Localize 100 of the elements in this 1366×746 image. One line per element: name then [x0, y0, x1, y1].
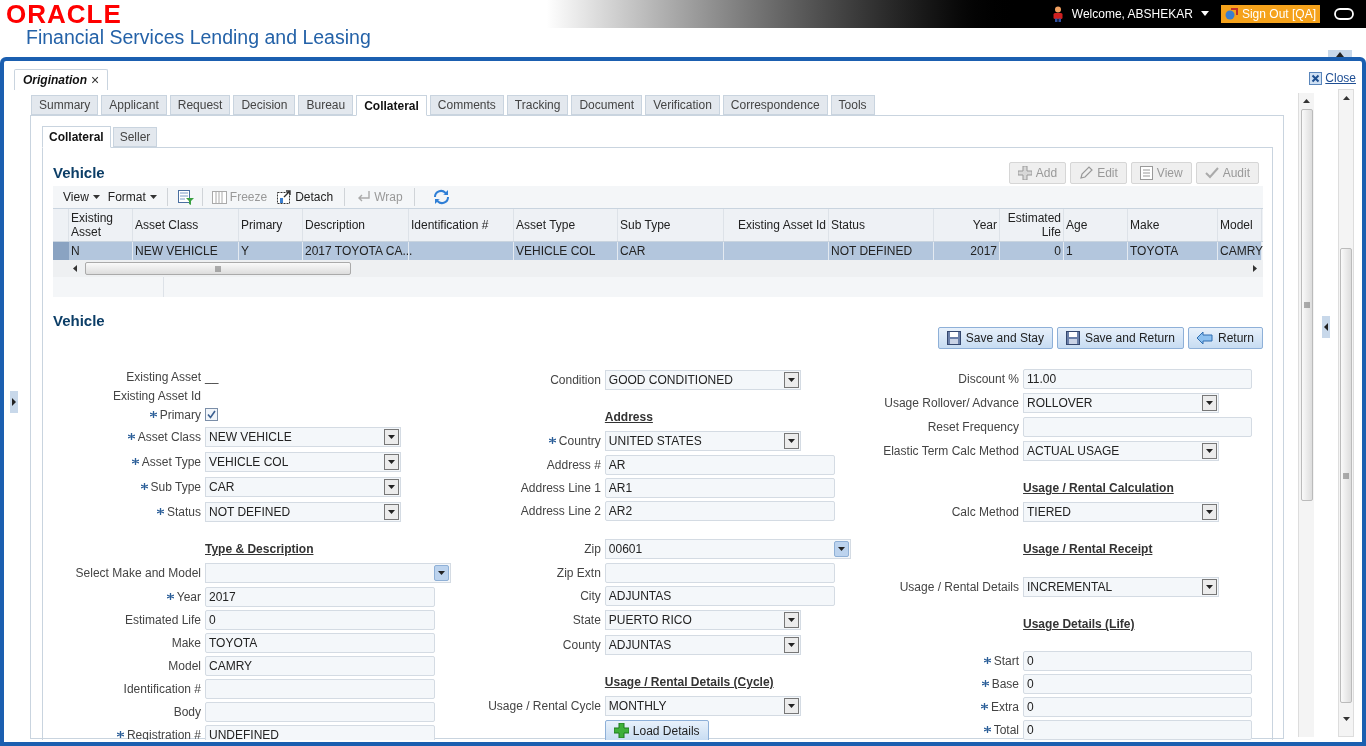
- save-button[interactable]: Save and Stay: [937, 327, 1053, 349]
- up-arrow-icon[interactable]: [1342, 96, 1350, 100]
- input-field[interactable]: [604, 562, 835, 583]
- dropdown[interactable]: ADJUNTAS: [604, 634, 801, 655]
- input-field[interactable]: AR2: [604, 500, 835, 521]
- down-arrow-icon[interactable]: [1342, 717, 1350, 721]
- tab[interactable]: Bureau: [298, 95, 354, 115]
- column-header[interactable]: Primary: [239, 209, 303, 241]
- menu-button[interactable]: View: [59, 187, 104, 207]
- column-header[interactable]: Asset Class: [133, 209, 239, 241]
- tab[interactable]: Collateral: [356, 95, 427, 116]
- checkbox[interactable]: [205, 408, 218, 421]
- window-tab[interactable]: Origination ×: [14, 69, 109, 90]
- input-field[interactable]: AR: [604, 454, 835, 475]
- field-label: Model: [168, 657, 201, 675]
- dropdown[interactable]: TIERED: [1023, 501, 1220, 522]
- tab[interactable]: Decision: [233, 95, 296, 115]
- table-row[interactable]: N NEW VEHICLE Y 2017 TOYOTA CA... VEHICLE COL CAR NOT DEFINED 2017 0 1 TOYOTA CAMRY: [53, 242, 1262, 260]
- field-label: Address Line 2: [520, 502, 601, 520]
- detach-button[interactable]: Detach: [272, 187, 339, 207]
- tab-close-button[interactable]: ×: [91, 69, 100, 91]
- close-icon[interactable]: [1309, 71, 1323, 85]
- column-header[interactable]: Existing Asset: [69, 209, 133, 241]
- dropdown[interactable]: GOOD CONDITIONED: [604, 369, 801, 390]
- input-field[interactable]: TOYOTA: [205, 632, 435, 653]
- outer-scrollbar[interactable]: [1338, 89, 1354, 737]
- right-arrow-icon: [12, 398, 16, 406]
- dropdown[interactable]: CAR: [205, 476, 401, 497]
- field-label: Elastic Term Calc Method: [883, 442, 1020, 460]
- tab[interactable]: Applicant: [101, 95, 167, 115]
- tab[interactable]: Tools: [830, 95, 875, 115]
- load-details-button[interactable]: Load Details: [604, 719, 709, 740]
- column-header[interactable]: Age: [1064, 209, 1128, 241]
- dropdown[interactable]: NEW VEHICLE: [205, 426, 401, 447]
- input-field[interactable]: 0: [205, 609, 435, 630]
- pencil-icon: [1079, 166, 1094, 180]
- columns-icon: [211, 190, 227, 204]
- input-field[interactable]: 0: [1023, 696, 1253, 717]
- scroll-thumb[interactable]: [1340, 248, 1352, 703]
- scroll-thumb[interactable]: [1300, 109, 1313, 501]
- subtab[interactable]: Collateral: [42, 126, 111, 148]
- collapse-right-button[interactable]: [1322, 316, 1330, 338]
- column-header[interactable]: Estimated Life: [1000, 209, 1064, 241]
- grip-icon: [215, 265, 221, 272]
- column-header[interactable]: Year: [934, 209, 1000, 241]
- tab[interactable]: Request: [169, 95, 231, 115]
- grip-icon: [1303, 302, 1310, 308]
- column-header[interactable]: Sub Type: [618, 209, 724, 241]
- menu-button[interactable]: Format: [103, 187, 161, 207]
- input-field[interactable]: CAMRY: [205, 655, 435, 676]
- tab[interactable]: Summary: [31, 95, 99, 115]
- input-field[interactable]: 11.00: [1023, 368, 1253, 389]
- return-button[interactable]: Return: [1187, 327, 1263, 349]
- logo-text: ORACLE: [6, 1, 123, 27]
- column-header[interactable]: Make: [1128, 209, 1218, 241]
- close-link[interactable]: Close: [1325, 69, 1356, 87]
- input-field[interactable]: [205, 678, 435, 699]
- field-label: Identification #: [123, 680, 201, 698]
- input-field[interactable]: [1023, 416, 1253, 437]
- column-header[interactable]: Description: [303, 209, 409, 241]
- subtab[interactable]: Seller: [112, 127, 158, 147]
- input-field[interactable]: 0: [1023, 719, 1253, 740]
- input-field[interactable]: 2017: [205, 586, 435, 607]
- scroll-thumb[interactable]: [85, 262, 351, 275]
- left-arrow-icon[interactable]: [73, 265, 77, 272]
- dropdown[interactable]: VEHICLE COL: [205, 451, 401, 472]
- input-field[interactable]: ADJUNTAS: [604, 585, 835, 606]
- dropdown[interactable]: UNITED STATES: [604, 430, 801, 451]
- dropdown[interactable]: PUERTO RICO: [604, 609, 801, 630]
- dropdown[interactable]: INCREMENTAL: [1023, 576, 1220, 597]
- right-arrow-icon[interactable]: [1253, 265, 1257, 272]
- field-label: Existing Asset Id: [112, 387, 201, 405]
- tab[interactable]: Document: [571, 95, 643, 115]
- up-arrow-icon[interactable]: [1303, 99, 1310, 103]
- column-header[interactable]: Existing Asset Id: [724, 209, 829, 241]
- expand-left-button[interactable]: [10, 391, 18, 413]
- dropdown[interactable]: ACTUAL USAGE: [1023, 440, 1220, 461]
- column-header[interactable]: Status: [829, 209, 934, 241]
- input-field[interactable]: UNDEFINED: [205, 724, 435, 740]
- inner-scrollbar[interactable]: [1298, 93, 1314, 737]
- tab[interactable]: Verification: [645, 95, 720, 115]
- input-field[interactable]: AR1: [604, 477, 835, 498]
- tab[interactable]: Comments: [429, 95, 504, 115]
- caret-icon[interactable]: [1200, 11, 1209, 17]
- caret-icon: [787, 377, 795, 382]
- dropdown[interactable]: MONTHLY: [604, 695, 801, 716]
- column-header[interactable]: Identification #: [409, 209, 514, 241]
- column-header[interactable]: Model: [1218, 209, 1262, 241]
- dropdown[interactable]: ROLLOVER: [1023, 392, 1220, 413]
- input-field[interactable]: 0: [1023, 673, 1253, 694]
- dropdown[interactable]: NOT DEFINED: [205, 501, 401, 522]
- tab[interactable]: Correspondence: [722, 95, 828, 115]
- input-field[interactable]: [205, 701, 435, 722]
- section-title: Vehicle: [53, 311, 105, 331]
- input-field[interactable]: 0: [1023, 650, 1253, 671]
- column-header[interactable]: Asset Type: [514, 209, 618, 241]
- welcome-text[interactable]: Welcome, ABSHEKAR: [1071, 5, 1193, 23]
- tab[interactable]: Tracking: [506, 95, 569, 115]
- combo-box[interactable]: 00601: [604, 538, 851, 559]
- save-button[interactable]: Save and Return: [1056, 327, 1184, 349]
